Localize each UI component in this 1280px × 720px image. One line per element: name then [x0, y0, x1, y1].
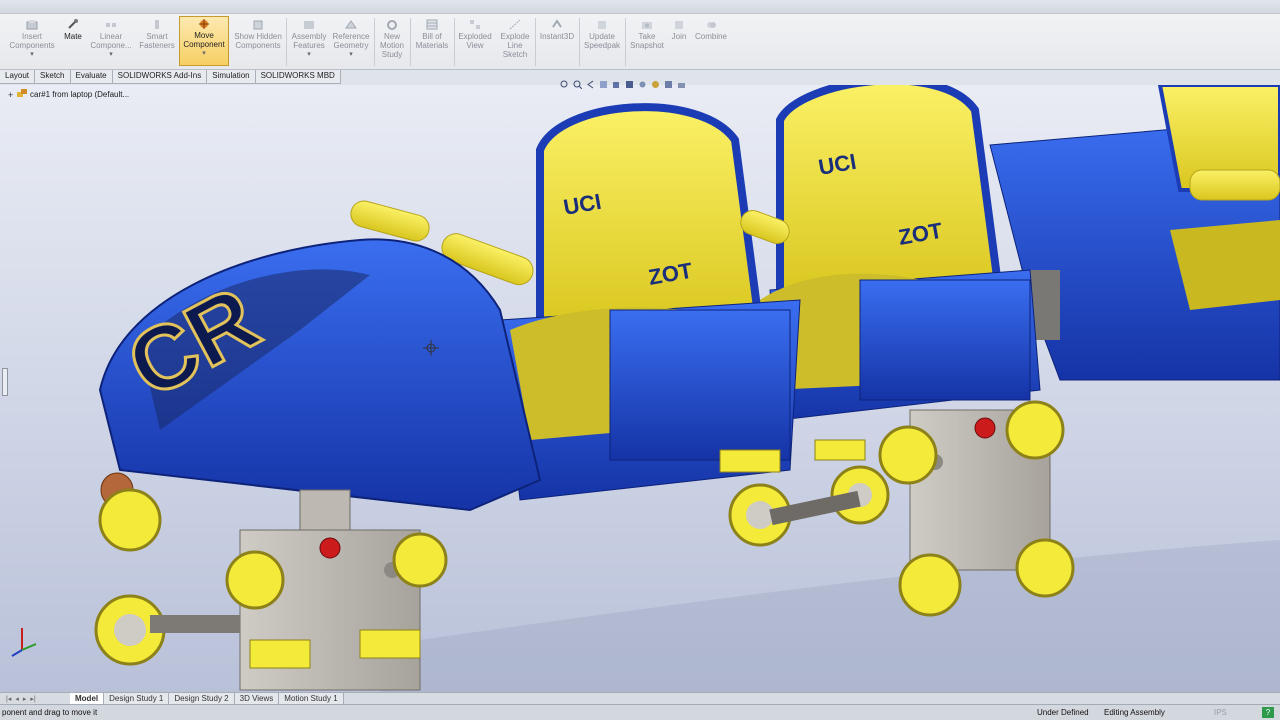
- instant3d-button[interactable]: Instant3D: [538, 18, 576, 68]
- ribbon-separator: [535, 18, 536, 66]
- assembly-icon: [17, 89, 27, 100]
- tree-root-label[interactable]: car#1 from laptop (Default...: [30, 90, 129, 99]
- motion-study-icon: [385, 18, 399, 30]
- zoom-to-area-icon[interactable]: [573, 76, 583, 89]
- tab-layout[interactable]: Layout: [0, 70, 36, 83]
- explode-line-sketch-button[interactable]: Explode Line Sketch: [497, 18, 533, 68]
- first-tab-icon[interactable]: |◂: [6, 695, 11, 703]
- take-snapshot-button[interactable]: Take Snapshot: [628, 18, 666, 68]
- graphics-area[interactable]: UCI ZOT UCI ZOT CR: [0, 85, 1280, 692]
- front-nose: CR: [98, 238, 542, 512]
- chevron-down-icon: ▾: [307, 51, 311, 58]
- hide-show-items-icon[interactable]: [638, 76, 647, 87]
- tab-solidworks-add-ins[interactable]: SOLIDWORKS Add-Ins: [112, 70, 208, 83]
- mate-button[interactable]: Mate: [60, 18, 86, 68]
- zoom-to-fit-icon[interactable]: [560, 76, 569, 87]
- display-style-icon[interactable]: [625, 76, 634, 88]
- view-triad: [11, 628, 37, 657]
- tab-simulation[interactable]: Simulation: [207, 70, 256, 83]
- chevron-down-icon: ▾: [30, 51, 34, 58]
- expand-icon[interactable]: +: [8, 90, 14, 100]
- show-hidden-components-button[interactable]: Show Hidden Components: [233, 18, 283, 68]
- combine-icon: [704, 18, 718, 30]
- move-component-icon: [197, 17, 211, 29]
- title-strip: [0, 0, 1280, 14]
- tab-design-study-1[interactable]: Design Study 1: [104, 693, 170, 704]
- tab-motion-study-1[interactable]: Motion Study 1: [279, 693, 344, 704]
- join-button[interactable]: Join: [668, 18, 690, 68]
- tab-evaluate[interactable]: Evaluate: [70, 70, 113, 83]
- fastener-icon: [150, 18, 164, 30]
- explode-line-icon: [508, 18, 522, 30]
- model-tabs: |◂ ◂ ▸ ▸| Model Design Study 1 Design St…: [0, 692, 1280, 704]
- camera-icon: [640, 18, 654, 30]
- definition-state: Under Defined: [1037, 708, 1089, 717]
- solidworks-window: Insert Components ▾ Mate Linear Compone.…: [0, 0, 1280, 720]
- editing-mode: Editing Assembly: [1104, 708, 1165, 717]
- instant3d-icon: [550, 18, 564, 30]
- front-seat: UCI ZOT: [499, 103, 801, 501]
- tab-solidworks-mbd[interactable]: SOLIDWORKS MBD: [255, 70, 341, 83]
- edit-appearance-icon[interactable]: [651, 76, 660, 88]
- tab-sketch[interactable]: Sketch: [35, 70, 71, 83]
- ribbon-separator: [410, 18, 411, 66]
- front-wheel-assembly: [94, 488, 448, 691]
- next-tab-icon[interactable]: ▸: [23, 695, 27, 703]
- previous-tab-icon[interactable]: ◂: [15, 695, 19, 703]
- middle-seat: UCI ZOT: [760, 85, 1041, 421]
- status-bar: ponent and drag to move it Under Defined…: [0, 704, 1280, 720]
- last-tab-icon[interactable]: ▸|: [30, 695, 35, 703]
- assembly-features-button[interactable]: Assembly Features ▾: [290, 18, 328, 68]
- bill-of-materials-button[interactable]: Bill of Materials: [413, 18, 451, 68]
- move-component-button[interactable]: Move Component ▾: [179, 16, 229, 66]
- tab-scroll-arrows[interactable]: |◂ ◂ ▸ ▸|: [0, 693, 70, 704]
- combine-button[interactable]: Combine: [693, 18, 729, 68]
- tab-model[interactable]: Model: [70, 693, 105, 704]
- command-manager-ribbon: Insert Components ▾ Mate Linear Compone.…: [0, 0, 1280, 70]
- chevron-down-icon: ▾: [349, 51, 353, 58]
- exploded-view-icon: [468, 18, 482, 30]
- unit-system[interactable]: IPS: [1214, 708, 1227, 717]
- chevron-down-icon: ▾: [109, 51, 113, 58]
- show-hidden-icon: [251, 18, 265, 30]
- ribbon-separator: [374, 18, 375, 66]
- flyout-feature-tree[interactable]: + car#1 from laptop (Default...: [8, 89, 129, 100]
- chevron-down-icon: ▾: [202, 50, 206, 57]
- update-speedpak-button[interactable]: Update Speedpak: [582, 18, 622, 68]
- insert-components-icon: [25, 18, 39, 30]
- ribbon-separator: [454, 18, 455, 66]
- view-settings-icon[interactable]: [677, 76, 686, 88]
- assembly-model-render[interactable]: UCI ZOT UCI ZOT CR: [0, 85, 1280, 692]
- reference-geometry-button[interactable]: Reference Geometry ▾: [331, 18, 371, 68]
- tab-design-study-2[interactable]: Design Study 2: [169, 693, 235, 704]
- exploded-view-button[interactable]: Exploded View: [457, 18, 493, 68]
- assembly-features-icon: [302, 18, 316, 30]
- join-icon: [672, 18, 686, 30]
- linear-pattern-icon: [104, 18, 118, 30]
- tab-3d-views[interactable]: 3D Views: [234, 693, 280, 704]
- view-orientation-icon[interactable]: [612, 76, 621, 88]
- linear-component-pattern-button[interactable]: Linear Compone... ▾: [88, 18, 134, 68]
- ribbon-separator: [579, 18, 580, 66]
- help-icon[interactable]: ?: [1262, 707, 1274, 718]
- ribbon-separator: [286, 18, 287, 66]
- command-manager-tabs: Layout Sketch Evaluate SOLIDWORKS Add-In…: [0, 70, 341, 84]
- feature-manager-panel-handle[interactable]: [2, 368, 8, 396]
- ribbon-separator: [625, 18, 626, 66]
- status-message: ponent and drag to move it: [2, 708, 98, 717]
- apply-scene-icon[interactable]: [664, 76, 673, 88]
- new-motion-study-button[interactable]: New Motion Study: [377, 18, 407, 68]
- mate-icon: [66, 18, 80, 30]
- table-icon: [425, 18, 439, 30]
- previous-view-icon[interactable]: [586, 76, 595, 88]
- reference-geometry-icon: [344, 18, 358, 30]
- smart-fasteners-button[interactable]: Smart Fasteners: [138, 18, 176, 68]
- heads-up-view-toolbar: [560, 74, 686, 89]
- insert-components-button[interactable]: Insert Components ▾: [6, 18, 58, 68]
- speedpak-icon: [595, 18, 609, 30]
- section-view-icon[interactable]: [599, 76, 608, 88]
